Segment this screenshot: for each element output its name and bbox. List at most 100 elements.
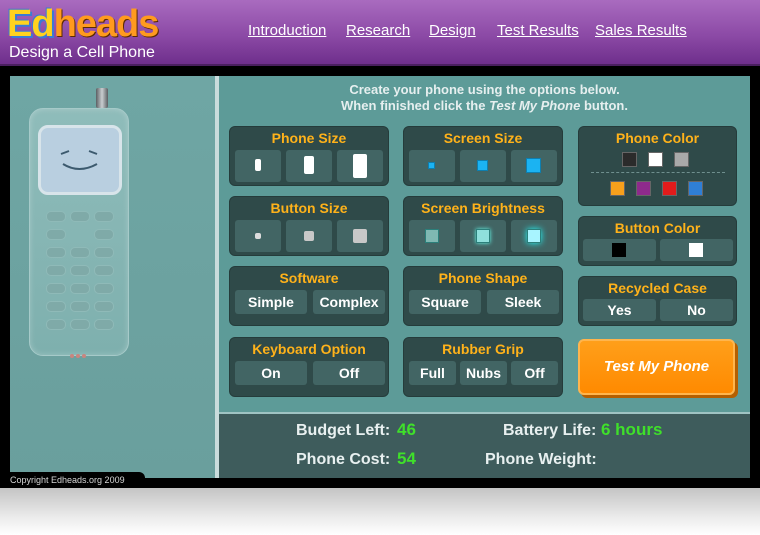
keypad-key — [46, 211, 66, 222]
screen-brightness-group: Screen Brightness — [403, 196, 563, 256]
phone-size-large-option[interactable] — [337, 150, 383, 182]
phone-color-orange-swatch[interactable] — [610, 181, 625, 196]
keypad-key — [46, 229, 66, 240]
software-complex-option[interactable]: Complex — [313, 290, 385, 314]
phone-color-purple-swatch[interactable] — [636, 181, 651, 196]
keypad-key — [94, 229, 114, 240]
keypad-key — [94, 211, 114, 222]
keypad-key — [94, 265, 114, 276]
nav-design[interactable]: Design — [429, 22, 476, 39]
keyboard-option-group: Keyboard Option On Off — [229, 337, 389, 397]
screen-size-large-option[interactable] — [511, 150, 557, 182]
button-size-small-option[interactable] — [235, 220, 281, 252]
copyright-text: Copyright Edheads.org 2009 — [0, 472, 145, 488]
phone-size-small-option[interactable] — [235, 150, 281, 182]
keypad-key — [94, 301, 114, 312]
keypad-key — [46, 265, 66, 276]
battery-life-label: Battery Life: — [503, 422, 597, 439]
rubber-grip-group: Rubber Grip Full Nubs Off — [403, 337, 563, 397]
phone-color-red-swatch[interactable] — [662, 181, 677, 196]
button-size-group: Button Size — [229, 196, 389, 256]
phone-shape-square-option[interactable]: Square — [409, 290, 481, 314]
keypad-key — [46, 247, 66, 258]
screen-size-medium-option[interactable] — [460, 150, 506, 182]
phone-shape-sleek-option[interactable]: Sleek — [487, 290, 559, 314]
recycled-yes-option[interactable]: Yes — [583, 299, 656, 321]
instructions-line1: Create your phone using the options belo… — [349, 82, 620, 97]
phone-color-group: Phone Color — [578, 126, 737, 206]
phone-size-medium-option[interactable] — [286, 150, 332, 182]
brightness-medium-option[interactable] — [460, 220, 506, 252]
stage-reflection — [0, 488, 760, 535]
keypad-key — [70, 319, 90, 330]
keypad-key — [94, 283, 114, 294]
button-size-title: Button Size — [270, 200, 348, 216]
budget-left-value: 46 — [397, 420, 416, 439]
screen-size-title: Screen Size — [443, 130, 523, 146]
software-group: Software Simple Complex — [229, 266, 389, 326]
phone-antenna — [96, 88, 108, 108]
speaker-dots — [70, 345, 90, 358]
button-color-group: Button Color — [578, 216, 737, 266]
keypad-key — [94, 247, 114, 258]
battery-life-value: 6 hours — [601, 420, 663, 439]
phone-shape-group: Phone Shape Square Sleek — [403, 266, 563, 326]
phone-color-gray-swatch[interactable] — [674, 152, 689, 167]
phone-screen — [38, 125, 122, 195]
brightness-high-option[interactable] — [511, 220, 557, 252]
recycled-case-group: Recycled Case Yes No — [578, 276, 737, 326]
keypad-key — [46, 319, 66, 330]
phone-size-group: Phone Size — [229, 126, 389, 186]
site-header: Edheads Design a Cell Phone Introduction… — [0, 0, 760, 66]
button-size-large-option[interactable] — [337, 220, 383, 252]
recycled-no-option[interactable]: No — [660, 299, 733, 321]
screen-brightness-title: Screen Brightness — [421, 200, 545, 216]
button-size-medium-option[interactable] — [286, 220, 332, 252]
keypad-key — [70, 247, 90, 258]
phone-color-blue-swatch[interactable] — [688, 181, 703, 196]
rubber-grip-full-option[interactable]: Full — [409, 361, 456, 385]
screen-size-group: Screen Size — [403, 126, 563, 186]
keyboard-off-option[interactable]: Off — [313, 361, 385, 385]
keypad-key — [70, 265, 90, 276]
keyboard-option-title: Keyboard Option — [252, 341, 366, 357]
instructions: Create your phone using the options belo… — [219, 82, 750, 114]
phone-color-title: Phone Color — [615, 130, 700, 146]
phone-color-white-swatch[interactable] — [648, 152, 663, 167]
nav-sales-results[interactable]: Sales Results — [595, 22, 687, 39]
phone-cost-value: 54 — [397, 449, 416, 468]
keypad-key — [46, 301, 66, 312]
phone-cost-label: Phone Cost: — [296, 451, 391, 468]
rubber-grip-nubs-option[interactable]: Nubs — [460, 361, 507, 385]
button-color-black-option[interactable] — [583, 239, 656, 261]
phone-weight-label: Phone Weight: — [485, 451, 597, 468]
screen-size-small-option[interactable] — [409, 150, 455, 182]
software-title: Software — [279, 270, 339, 286]
keypad-key — [46, 283, 66, 294]
nav-test-results[interactable]: Test Results — [497, 22, 579, 39]
keypad-key — [70, 283, 90, 294]
button-color-white-option[interactable] — [660, 239, 733, 261]
rubber-grip-off-option[interactable]: Off — [511, 361, 558, 385]
instructions-line2: When finished click the Test My Phone bu… — [341, 98, 628, 113]
keypad-key — [70, 211, 90, 222]
main-nav: Introduction Research Design Test Result… — [0, 22, 760, 42]
phone-preview — [29, 108, 129, 358]
keypad-key — [70, 301, 90, 312]
brightness-low-option[interactable] — [409, 220, 455, 252]
phone-shape-title: Phone Shape — [438, 270, 528, 286]
recycled-case-title: Recycled Case — [608, 280, 707, 296]
rubber-grip-title: Rubber Grip — [442, 341, 524, 357]
test-my-phone-button[interactable]: Test My Phone — [578, 339, 735, 395]
nav-introduction[interactable]: Introduction — [248, 22, 326, 39]
keyboard-on-option[interactable]: On — [235, 361, 307, 385]
nav-research[interactable]: Research — [346, 22, 410, 39]
phone-preview-panel — [10, 76, 215, 478]
page-subtitle: Design a Cell Phone — [9, 44, 155, 61]
budget-left-label: Budget Left: — [296, 422, 391, 439]
swatch-divider — [591, 172, 725, 173]
phone-color-black-swatch[interactable] — [622, 152, 637, 167]
software-simple-option[interactable]: Simple — [235, 290, 307, 314]
keypad-key — [94, 319, 114, 330]
smiley-face-icon — [60, 150, 98, 170]
